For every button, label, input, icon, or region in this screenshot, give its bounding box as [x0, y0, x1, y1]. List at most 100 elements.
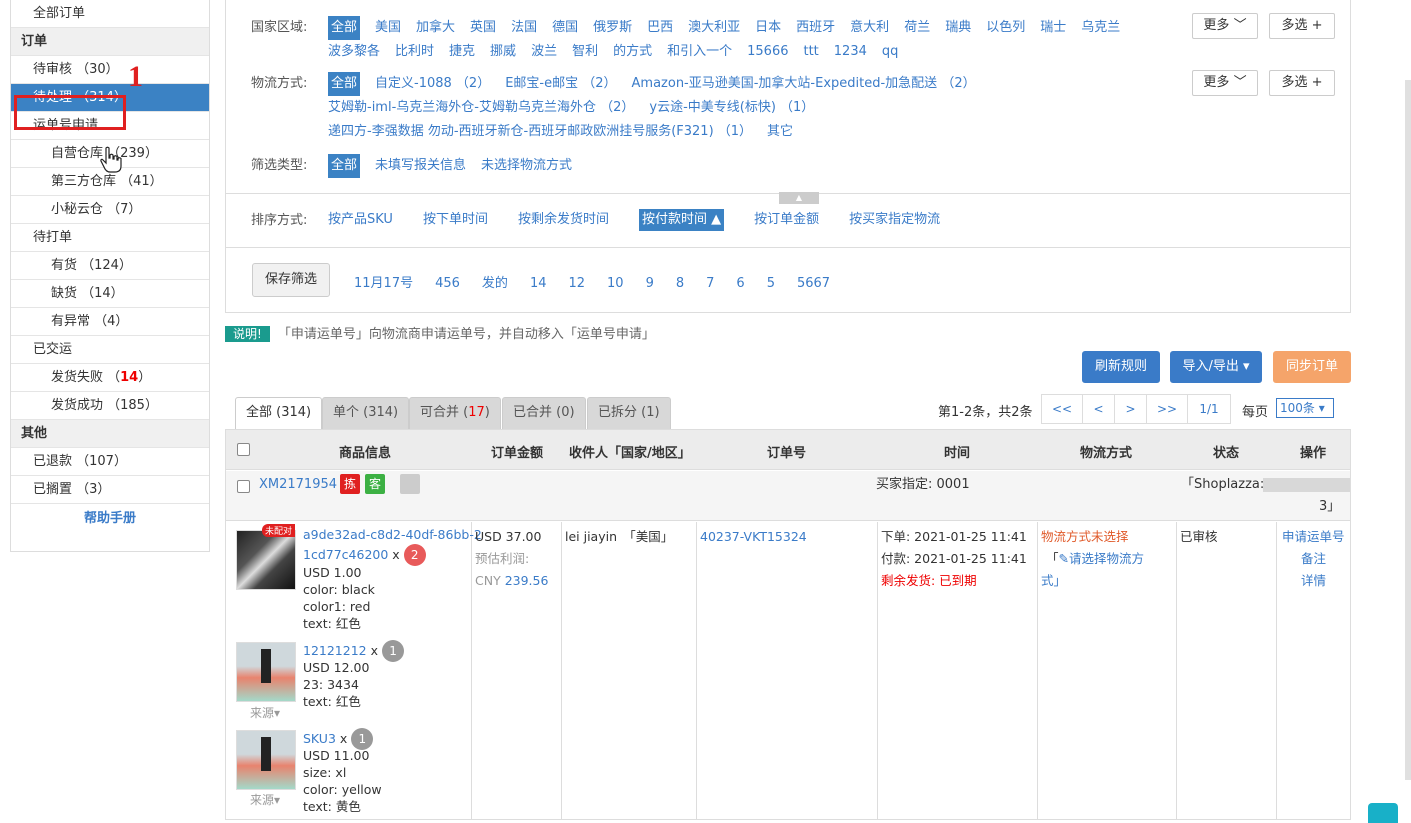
logistics-more-button[interactable]: 更多 ﹀: [1192, 70, 1258, 96]
type-option[interactable]: 全部: [328, 154, 361, 178]
country-option[interactable]: 比利时: [395, 40, 434, 64]
country-option[interactable]: 瑞士: [1040, 16, 1066, 40]
remark-link[interactable]: 备注: [1301, 550, 1326, 567]
product-image[interactable]: [236, 730, 296, 790]
country-option[interactable]: 巴西: [647, 16, 673, 40]
product-image[interactable]: [236, 530, 296, 590]
country-option[interactable]: 美国: [375, 16, 401, 40]
help-manual-link[interactable]: 帮助手册: [11, 504, 209, 534]
order-id-link[interactable]: XM2171954: [259, 476, 337, 493]
country-option[interactable]: 法国: [511, 16, 537, 40]
source-dropdown[interactable]: 来源▾: [250, 791, 280, 808]
sidebar-item[interactable]: 全部订单: [11, 0, 209, 28]
logistics-multi-select-button[interactable]: 多选 +: [1269, 70, 1335, 96]
country-multi-select-button[interactable]: 多选 +: [1269, 13, 1335, 39]
sidebar-item[interactable]: 缺货 （14）: [11, 280, 209, 308]
country-option[interactable]: 捷克: [449, 40, 475, 64]
saved-filter-link[interactable]: 14: [530, 276, 547, 291]
scrollbar[interactable]: [1405, 80, 1411, 780]
tab-mergeable[interactable]: 可合并 (17): [409, 397, 501, 429]
next-page-button[interactable]: >: [1114, 394, 1147, 424]
product-image[interactable]: [236, 642, 296, 702]
country-option[interactable]: qq: [882, 40, 899, 64]
logistics-option[interactable]: 递四方-李强数据 勿动-西班牙新仓-西班牙邮政欧洲挂号服务(F321) （1）: [328, 120, 752, 144]
logistics-option[interactable]: Amazon-亚马逊美国-加拿大站-Expedited-加急配送 （2）: [632, 72, 976, 96]
country-option[interactable]: 日本: [755, 16, 781, 40]
order-no-link[interactable]: 40237-VKT15324: [700, 528, 807, 545]
saved-filter-link[interactable]: 9: [646, 276, 654, 291]
logistics-option[interactable]: 全部: [328, 72, 361, 96]
sync-orders-button[interactable]: 同步订单: [1273, 351, 1351, 383]
country-option[interactable]: 乌克兰: [1081, 16, 1120, 40]
country-option[interactable]: 澳大利亚: [688, 16, 740, 40]
source-dropdown[interactable]: 来源▾: [250, 704, 280, 721]
type-option[interactable]: 未选择物流方式: [481, 154, 572, 178]
logistics-option[interactable]: 艾姆勒-iml-乌克兰海外仓-艾姆勒乌克兰海外仓 （2）: [328, 96, 634, 120]
tab-single[interactable]: 单个 (314): [322, 397, 410, 429]
order-checkbox[interactable]: [237, 480, 250, 493]
saved-filter-link[interactable]: 10: [607, 276, 624, 291]
first-page-button[interactable]: <<: [1041, 394, 1083, 424]
country-option[interactable]: 俄罗斯: [593, 16, 632, 40]
country-option[interactable]: 波多黎各: [328, 40, 380, 64]
sort-option[interactable]: 按下单时间: [423, 209, 488, 231]
country-option[interactable]: 1234: [834, 40, 867, 64]
refresh-rules-button[interactable]: 刷新规则: [1082, 351, 1160, 383]
detail-link[interactable]: 详情: [1301, 572, 1326, 589]
country-option[interactable]: 15666: [747, 40, 788, 64]
product-sku-link[interactable]: SKU3: [303, 731, 336, 746]
logistics-option[interactable]: E邮宝-e邮宝 （2）: [505, 72, 616, 96]
sidebar-item[interactable]: 已退款 （107）: [11, 448, 209, 476]
country-option[interactable]: 波兰: [531, 40, 557, 64]
sidebar-item[interactable]: 有异常 （4）: [11, 308, 209, 336]
country-option[interactable]: 西班牙: [796, 16, 835, 40]
import-export-button[interactable]: 导入/导出 ▾: [1170, 351, 1262, 383]
saved-filter-link[interactable]: 456: [435, 276, 460, 291]
per-page-select[interactable]: 100条 ▾: [1276, 398, 1334, 418]
sidebar-item[interactable]: 已搁置 （3）: [11, 476, 209, 504]
country-option[interactable]: 加拿大: [416, 16, 455, 40]
saved-filter-link[interactable]: 5: [767, 276, 775, 291]
sidebar-item[interactable]: 待打单: [11, 224, 209, 252]
country-option[interactable]: 德国: [552, 16, 578, 40]
sort-option[interactable]: 按付款时间 ▲: [638, 209, 725, 231]
choose-logistics-link-tail[interactable]: 式」: [1041, 573, 1066, 588]
sidebar-item[interactable]: 运单号申请: [11, 112, 209, 140]
logistics-option[interactable]: y云途-中美专线(标快) （1）: [649, 96, 814, 120]
apply-tracking-link[interactable]: 申请运单号: [1282, 528, 1345, 545]
sidebar-item[interactable]: 待审核 （30）: [11, 56, 209, 84]
select-all-checkbox[interactable]: [237, 443, 250, 456]
sidebar-item[interactable]: 有货 （124）: [11, 252, 209, 280]
saved-filter-link[interactable]: 6: [736, 276, 744, 291]
product-sku-link[interactable]: 1cd77c46200: [303, 547, 388, 562]
last-page-button[interactable]: >>: [1146, 394, 1188, 424]
country-option[interactable]: 意大利: [850, 16, 889, 40]
tab-merged[interactable]: 已合并 (0): [502, 397, 586, 429]
saved-filter-link[interactable]: 7: [706, 276, 714, 291]
country-option[interactable]: 英国: [470, 16, 496, 40]
country-option[interactable]: ttt: [803, 40, 818, 64]
sidebar-item[interactable]: 发货失败 （14）: [11, 364, 209, 392]
saved-filter-link[interactable]: 5667: [797, 276, 830, 291]
sort-option[interactable]: 按产品SKU: [328, 209, 393, 231]
saved-filter-link[interactable]: 12: [568, 276, 585, 291]
country-option[interactable]: 智利: [572, 40, 598, 64]
country-option[interactable]: 荷兰: [904, 16, 930, 40]
country-option[interactable]: 全部: [328, 16, 361, 40]
sort-option[interactable]: 按剩余发货时间: [518, 209, 609, 231]
saved-filter-link[interactable]: 11月17号: [354, 276, 413, 291]
chat-widget-icon[interactable]: [1368, 803, 1398, 823]
country-option[interactable]: 瑞典: [945, 16, 971, 40]
product-sku-link[interactable]: 12121212: [303, 643, 367, 658]
saved-filter-link[interactable]: 发的: [482, 276, 508, 291]
prev-page-button[interactable]: <: [1082, 394, 1115, 424]
collapse-toggle[interactable]: ▲: [779, 192, 819, 204]
country-option[interactable]: 以色列: [986, 16, 1025, 40]
country-option[interactable]: 挪威: [490, 40, 516, 64]
tab-split[interactable]: 已拆分 (1): [587, 397, 671, 429]
saved-filter-link[interactable]: 8: [676, 276, 684, 291]
sidebar-item[interactable]: 待处理 （314）: [11, 84, 209, 112]
logistics-option[interactable]: 其它: [767, 120, 793, 144]
type-option[interactable]: 未填写报关信息: [375, 154, 466, 178]
sidebar-item[interactable]: 发货成功 （185）: [11, 392, 209, 420]
